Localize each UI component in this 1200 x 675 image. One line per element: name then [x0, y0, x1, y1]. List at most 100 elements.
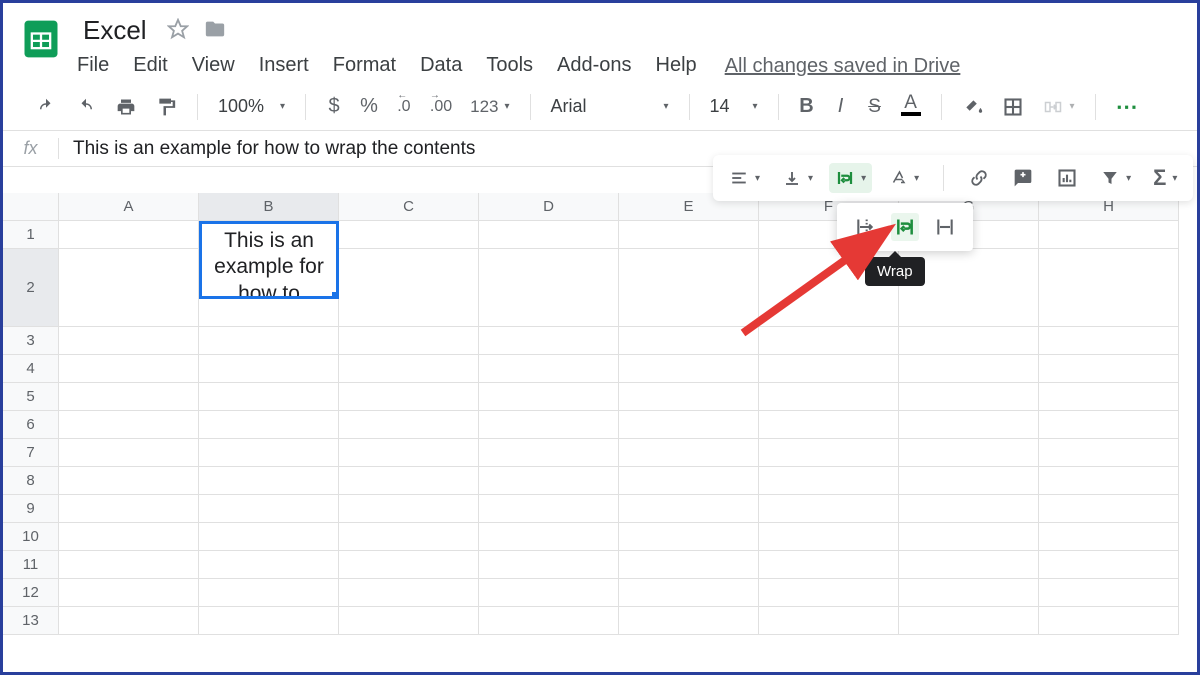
cell[interactable]: [759, 607, 899, 635]
borders-button[interactable]: [996, 92, 1030, 122]
bold-button[interactable]: B: [793, 92, 821, 122]
cell[interactable]: [479, 249, 619, 327]
cell[interactable]: [59, 439, 199, 467]
menu-tools[interactable]: Tools: [486, 50, 547, 83]
font-size-dropdown[interactable]: 14: [704, 92, 764, 122]
document-title[interactable]: Excel: [77, 13, 153, 48]
cell[interactable]: [479, 495, 619, 523]
cell[interactable]: [199, 327, 339, 355]
cell[interactable]: [199, 439, 339, 467]
cell[interactable]: [59, 495, 199, 523]
cell[interactable]: [199, 607, 339, 635]
cell[interactable]: [199, 495, 339, 523]
cell[interactable]: [199, 411, 339, 439]
wrap-wrap-option[interactable]: [891, 213, 919, 241]
cell[interactable]: [479, 579, 619, 607]
cell[interactable]: [479, 467, 619, 495]
cell[interactable]: [199, 355, 339, 383]
col-header[interactable]: B: [199, 193, 339, 221]
insert-comment-button[interactable]: [1006, 163, 1040, 193]
cell[interactable]: [199, 579, 339, 607]
redo-icon[interactable]: [69, 92, 103, 122]
filter-button[interactable]: [1094, 163, 1137, 193]
cell[interactable]: [479, 411, 619, 439]
row-header[interactable]: 13: [3, 607, 59, 635]
menu-view[interactable]: View: [192, 50, 249, 83]
cell[interactable]: [1039, 355, 1179, 383]
merge-cells-button[interactable]: [1036, 92, 1081, 122]
cell[interactable]: [59, 249, 199, 327]
cell[interactable]: [479, 355, 619, 383]
cell[interactable]: [1039, 579, 1179, 607]
cell[interactable]: [1039, 249, 1179, 327]
more-toolbar-button[interactable]: ⋯: [1110, 92, 1146, 122]
fill-color-button[interactable]: [956, 92, 990, 122]
cell[interactable]: [619, 551, 759, 579]
cell[interactable]: [759, 495, 899, 523]
cell[interactable]: [1039, 551, 1179, 579]
row-header[interactable]: 9: [3, 495, 59, 523]
row-header[interactable]: 2: [3, 249, 59, 327]
cell[interactable]: [1039, 327, 1179, 355]
decrease-decimal-button[interactable]: .0←: [390, 92, 418, 122]
selection-handle[interactable]: [332, 292, 339, 299]
italic-button[interactable]: I: [827, 92, 855, 122]
cell[interactable]: [339, 411, 479, 439]
cell[interactable]: [899, 439, 1039, 467]
cell[interactable]: [759, 355, 899, 383]
row-header[interactable]: 4: [3, 355, 59, 383]
select-all-corner[interactable]: [3, 193, 59, 221]
row-header[interactable]: 1: [3, 221, 59, 249]
cell[interactable]: [1039, 439, 1179, 467]
menu-help[interactable]: Help: [656, 50, 711, 83]
row-header[interactable]: 11: [3, 551, 59, 579]
functions-button[interactable]: Σ: [1147, 163, 1183, 193]
cell[interactable]: [899, 579, 1039, 607]
cell[interactable]: [59, 607, 199, 635]
star-icon[interactable]: [167, 18, 189, 43]
cell[interactable]: [759, 579, 899, 607]
cell[interactable]: [199, 551, 339, 579]
cell[interactable]: [339, 495, 479, 523]
cell[interactable]: [619, 439, 759, 467]
cell[interactable]: [339, 383, 479, 411]
vertical-align-button[interactable]: [776, 163, 819, 193]
cell[interactable]: [619, 249, 759, 327]
currency-button[interactable]: $: [320, 92, 348, 122]
text-rotation-button[interactable]: [882, 163, 925, 193]
cell[interactable]: [899, 383, 1039, 411]
row-header[interactable]: 6: [3, 411, 59, 439]
cell[interactable]: [1039, 221, 1179, 249]
insert-link-button[interactable]: [962, 163, 996, 193]
menu-edit[interactable]: Edit: [133, 50, 181, 83]
cell[interactable]: [899, 551, 1039, 579]
row-header[interactable]: 3: [3, 327, 59, 355]
cell[interactable]: [339, 607, 479, 635]
cell[interactable]: [199, 383, 339, 411]
cell[interactable]: [339, 327, 479, 355]
cell[interactable]: [619, 467, 759, 495]
cell[interactable]: [339, 523, 479, 551]
row-header[interactable]: 5: [3, 383, 59, 411]
cell[interactable]: [619, 221, 759, 249]
cell[interactable]: [619, 355, 759, 383]
cell[interactable]: [619, 495, 759, 523]
percent-button[interactable]: %: [354, 92, 384, 122]
row-header[interactable]: 8: [3, 467, 59, 495]
font-dropdown[interactable]: Arial: [545, 92, 675, 122]
number-format-dropdown[interactable]: 123: [464, 92, 515, 122]
menu-format[interactable]: Format: [333, 50, 410, 83]
cell[interactable]: [899, 467, 1039, 495]
cell[interactable]: [899, 523, 1039, 551]
cell[interactable]: [479, 607, 619, 635]
cell[interactable]: [619, 607, 759, 635]
cell[interactable]: [899, 607, 1039, 635]
cell[interactable]: [619, 579, 759, 607]
cell[interactable]: [899, 327, 1039, 355]
print-icon[interactable]: [109, 92, 143, 122]
wrap-overflow-option[interactable]: [851, 213, 879, 241]
cell[interactable]: [619, 383, 759, 411]
menu-insert[interactable]: Insert: [259, 50, 323, 83]
cell[interactable]: [619, 523, 759, 551]
cell[interactable]: [899, 355, 1039, 383]
